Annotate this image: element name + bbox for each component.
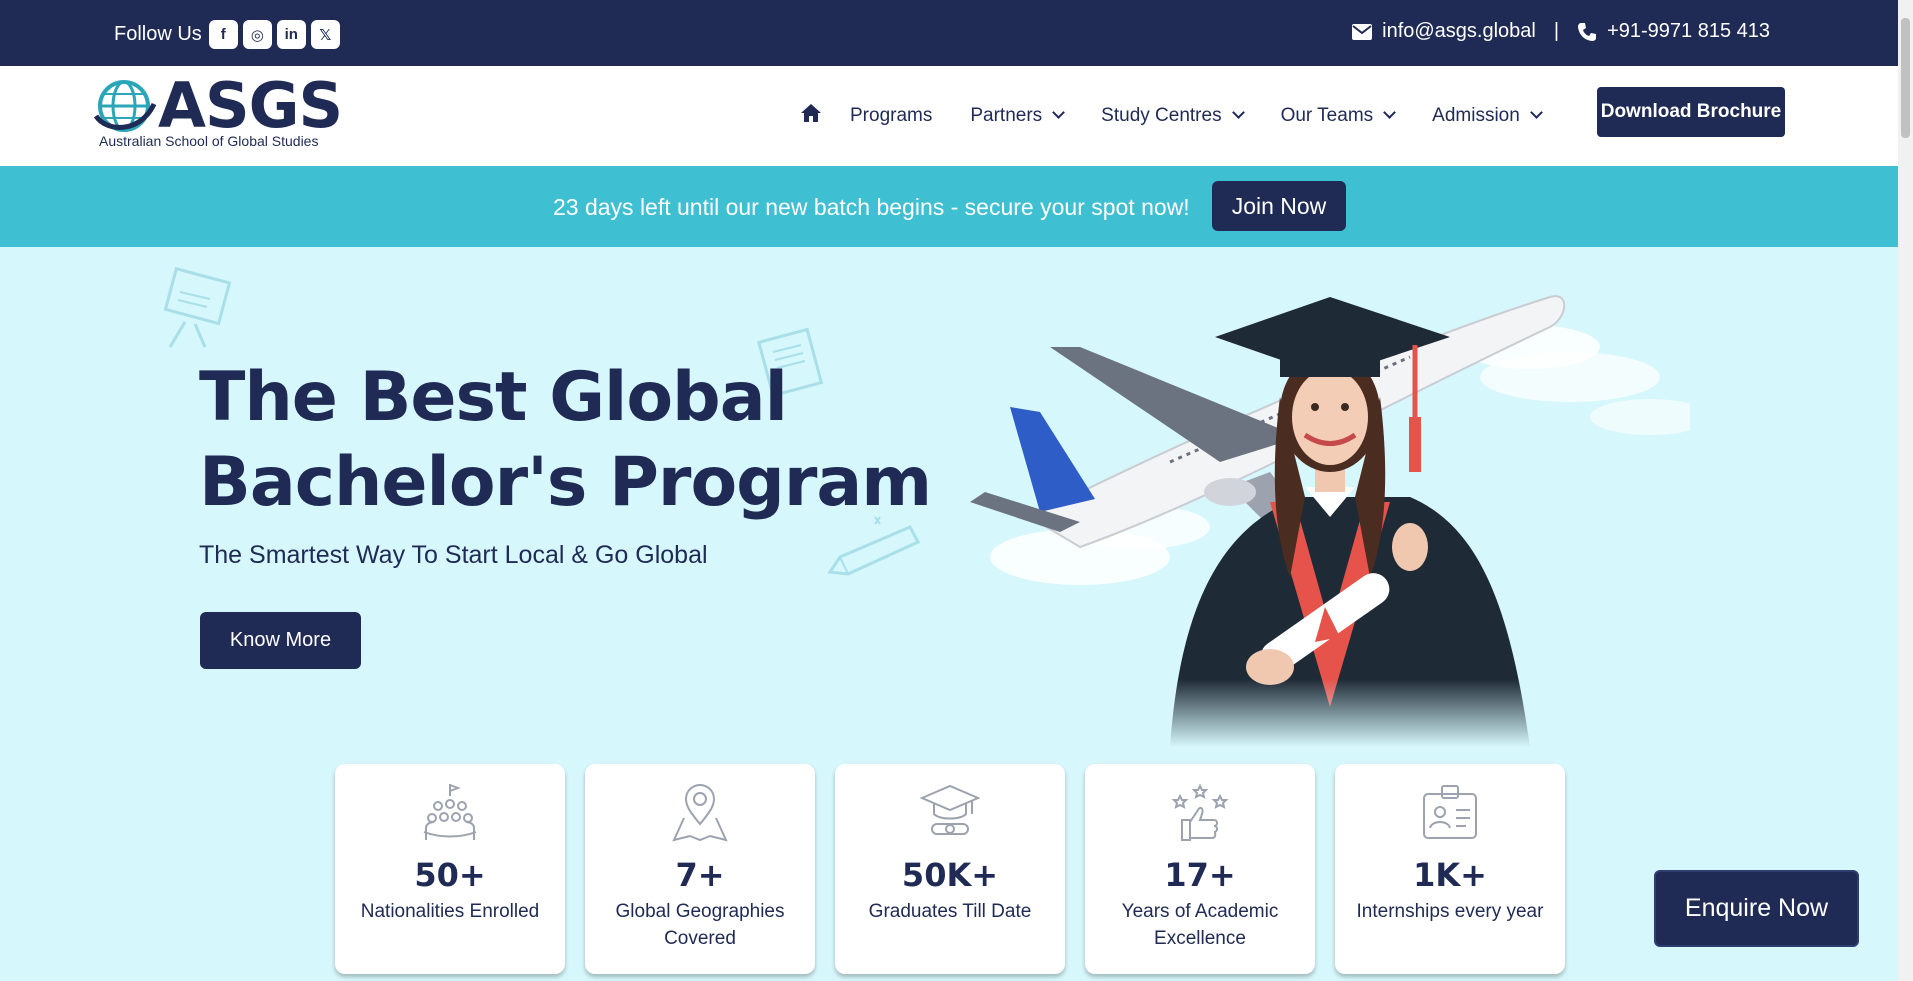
follow-us: Follow Us f ◎ in 𝕏 (114, 20, 340, 49)
stat-label: Internships every year (1356, 901, 1544, 922)
stat-value: 7+ (675, 856, 725, 894)
x-icon[interactable]: 𝕏 (310, 20, 340, 49)
banner-text: 23 days left until our new batch begins … (553, 194, 1190, 220)
nav-study-centres-label: Study Centres (1101, 105, 1222, 126)
logo-subtitle: Australian School of Global Studies (99, 133, 319, 149)
nav-programs[interactable]: Programs (850, 105, 932, 127)
stat-value: 1K+ (1413, 856, 1487, 894)
nav-our-teams-label: Our Teams (1280, 105, 1374, 126)
crowd-icon (423, 784, 477, 840)
facebook-icon[interactable]: f (208, 20, 238, 49)
thumbs-up-stars-icon (1171, 783, 1229, 841)
stat-label: Nationalities Enrolled (360, 901, 540, 922)
stat-label: Global Geographies Covered (615, 901, 785, 949)
hero-title: The Best Global Bachelor's Program (199, 355, 932, 525)
phone-icon (1578, 22, 1597, 41)
certificate-doodle-icon (163, 267, 232, 348)
stat-value: 17+ (1164, 856, 1236, 894)
hero-subtitle: The Smartest Way To Start Local & Go Glo… (199, 541, 708, 569)
graduate-airplane-illustration (970, 295, 1690, 747)
stat-card: 50+ Nationalities Enrolled (335, 764, 565, 974)
logo-text: ASGS (158, 69, 343, 142)
nav-partners-label: Partners (970, 105, 1043, 126)
globe-icon (94, 80, 156, 132)
instagram-icon[interactable]: ◎ (242, 20, 272, 49)
page-scrollbar[interactable] (1898, 0, 1913, 981)
stat-label: Graduates Till Date (868, 901, 1032, 922)
join-now-button[interactable]: Join Now (1212, 181, 1346, 231)
graduation-cap-icon (920, 784, 980, 835)
contact-separator: | (1553, 20, 1560, 42)
stat-card: 17+ Years of Academic Excellence (1085, 764, 1315, 974)
nav-admission[interactable]: Admission (1432, 105, 1543, 127)
nav-our-teams[interactable]: Our Teams (1280, 105, 1397, 127)
stat-label: Years of Academic Excellence (1121, 901, 1279, 949)
nav-admission-label: Admission (1432, 105, 1520, 126)
scrollbar-thumb[interactable] (1901, 18, 1910, 138)
chevron-down-icon (1052, 105, 1066, 119)
stat-card: 1K+ Internships every year (1335, 764, 1565, 974)
linkedin-icon[interactable]: in (276, 20, 306, 49)
home-icon[interactable] (800, 103, 822, 129)
hero-title-line1: The Best Global (199, 358, 788, 437)
main-header: ASGS Australian School of Global Studies… (0, 66, 1898, 166)
envelope-icon (1352, 23, 1373, 40)
email-link[interactable]: info@asgs.global (1382, 20, 1536, 43)
nav-programs-label: Programs (850, 105, 933, 126)
id-badge-icon (1423, 785, 1477, 839)
nav-partners[interactable]: Partners (970, 105, 1066, 127)
contact-info: info@asgs.global | +91-9971 815 413 (1352, 20, 1770, 43)
chevron-down-icon (1231, 105, 1245, 119)
download-brochure-button[interactable]: Download Brochure (1597, 87, 1785, 137)
map-pin-icon (672, 784, 728, 842)
top-bar: Follow Us f ◎ in 𝕏 info@asgs.global | +9… (0, 0, 1898, 66)
hero-title-line2: Bachelor's Program (199, 443, 932, 522)
nav-study-centres[interactable]: Study Centres (1101, 105, 1245, 127)
stats-row: 50+ Nationalities Enrolled 7+ Global Geo… (335, 764, 1565, 974)
phone-link[interactable]: +91-9971 815 413 (1607, 20, 1770, 43)
stat-card: 7+ Global Geographies Covered (585, 764, 815, 974)
batch-banner: 23 days left until our new batch begins … (0, 166, 1898, 247)
know-more-button[interactable]: Know More (200, 612, 361, 669)
asgs-logo[interactable]: ASGS Australian School of Global Studies (94, 70, 354, 160)
stat-card: 50K+ Graduates Till Date (835, 764, 1065, 974)
chevron-down-icon (1529, 105, 1543, 119)
enquire-now-button[interactable]: Enquire Now (1654, 870, 1859, 947)
stat-value: 50+ (414, 856, 486, 894)
follow-us-label: Follow Us (114, 23, 202, 45)
main-nav: Programs Partners Study Centres Our Team… (800, 66, 1579, 166)
stat-value: 50K+ (901, 856, 999, 894)
chevron-down-icon (1383, 105, 1397, 119)
